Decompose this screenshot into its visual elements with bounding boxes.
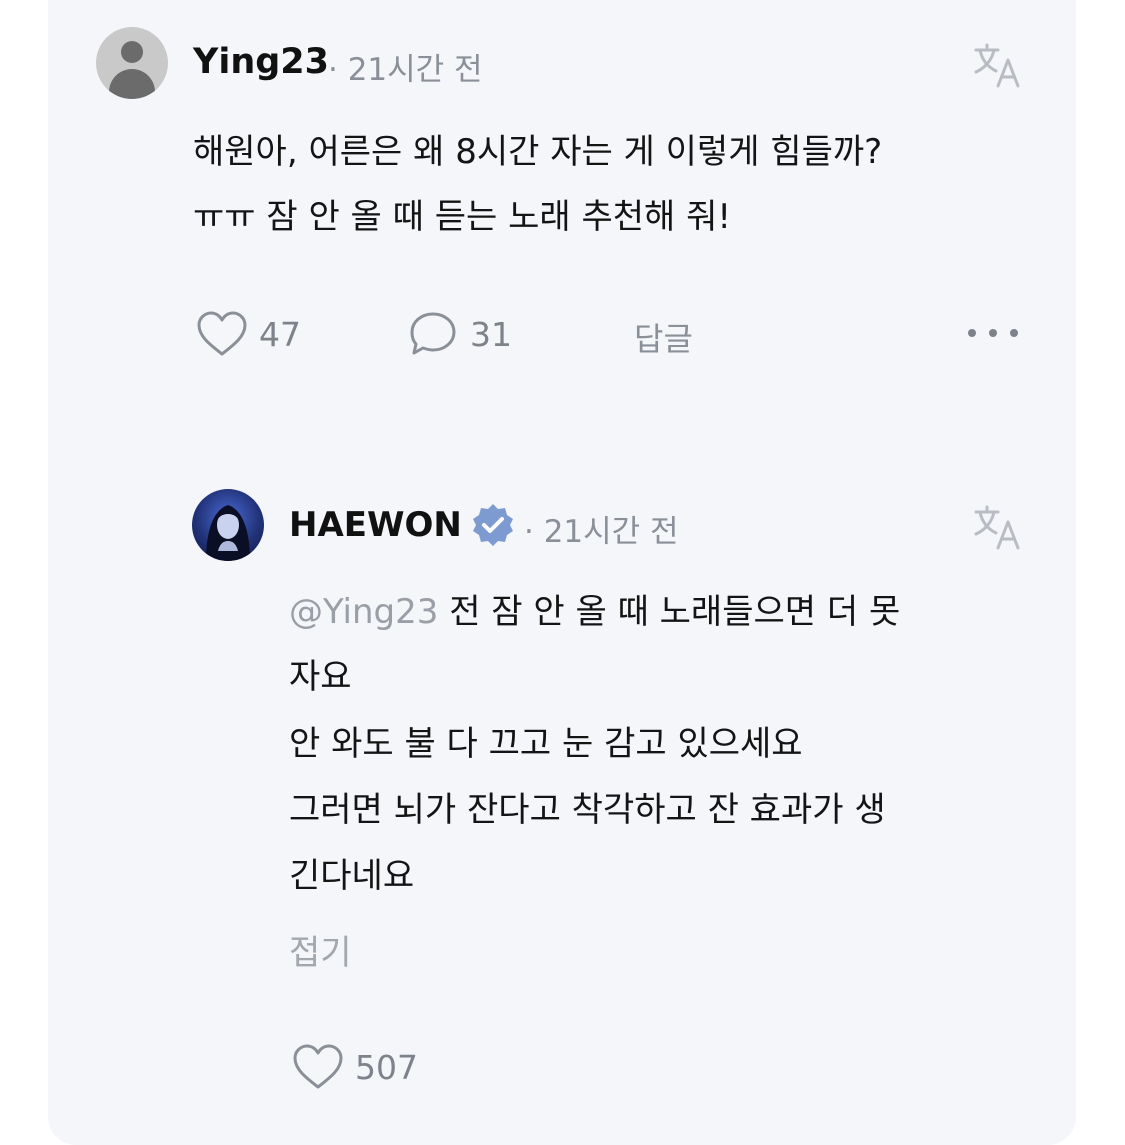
like-count: 47 (259, 314, 301, 354)
reply-body-line-5: 긴다네요 (289, 856, 415, 896)
fold-button[interactable]: 접기 (289, 925, 352, 974)
heart-icon (197, 311, 247, 356)
like-button[interactable]: 47 (195, 310, 301, 358)
reply-like-count: 507 (355, 1047, 418, 1087)
reply-body-line-3: 안 와도 불 다 끄고 눈 감고 있으세요 (289, 724, 803, 764)
reply-count-button[interactable]: 31 (408, 310, 512, 358)
avatar-head-shape (121, 41, 143, 63)
comment-bubble-icon (410, 312, 456, 355)
artist-avatar[interactable] (192, 489, 264, 561)
reply-body-line-2: 자요 (289, 657, 352, 697)
verified-badge-icon (473, 504, 513, 546)
avatar-body-shape (109, 69, 155, 99)
reply-body-line-1-text: 전 잠 안 올 때 노래들으면 더 못 (438, 592, 901, 632)
mention-link[interactable]: @Ying23 (289, 592, 438, 632)
reply-body-line-4: 그러면 뇌가 잔다고 착각하고 잔 효과가 생 (289, 790, 886, 830)
comment-count: 31 (470, 314, 512, 354)
comment-username[interactable]: Ying23 (193, 42, 329, 82)
reply-translate-icon[interactable] (972, 502, 1024, 554)
comment-timestamp: · 21시간 전 (328, 52, 483, 88)
comment-body-line-2: ㅠㅠ 잠 안 올 때 듣는 노래 추천해 줘! (193, 197, 732, 237)
translate-icon[interactable] (972, 40, 1024, 92)
artist-portrait (206, 505, 250, 561)
more-dots-icon[interactable] (966, 326, 1020, 340)
comment-thread-page: Ying23 · 21시간 전 해원아, 어른은 왜 8시간 자는 게 이렇게 … (0, 0, 1125, 1145)
reply-heart-icon (293, 1044, 343, 1089)
reply-username[interactable]: HAEWON (289, 505, 462, 545)
reply-like-button[interactable]: 507 (291, 1043, 418, 1091)
reply-button[interactable]: 답글 (634, 314, 693, 360)
reply-timestamp: · 21시간 전 (524, 514, 679, 550)
comment-body-line-1: 해원아, 어른은 왜 8시간 자는 게 이렇게 힘들까? (193, 132, 883, 172)
user-avatar[interactable] (96, 27, 168, 99)
reply-body-line-1: @Ying23 전 잠 안 올 때 노래들으면 더 못 (289, 580, 900, 645)
